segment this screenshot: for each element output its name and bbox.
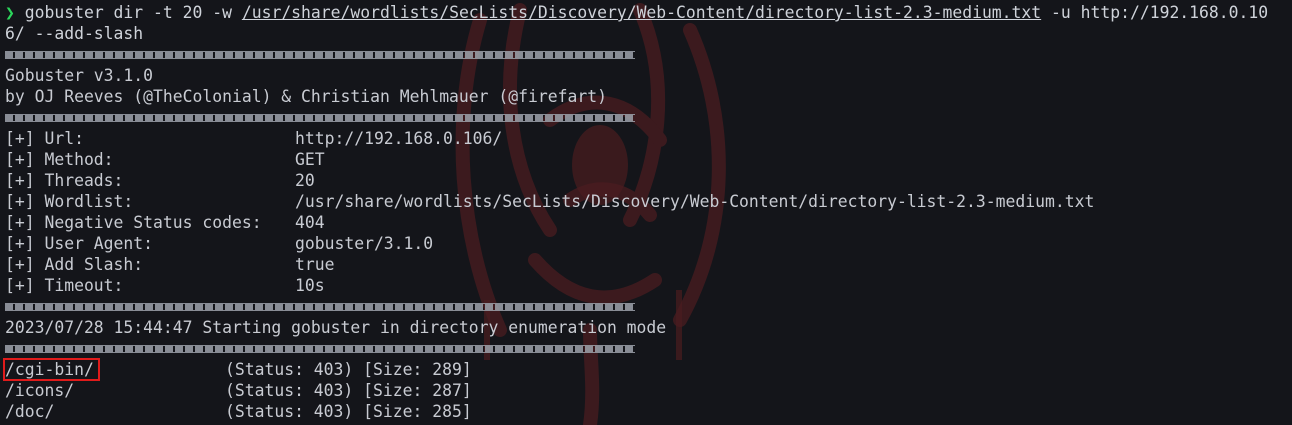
result-info: (Status: 403) [Size: 287] bbox=[225, 381, 472, 400]
command-wordlist-path: /usr/share/wordlists/SecLists/Discovery/… bbox=[241, 3, 1042, 22]
config-value: GET bbox=[295, 150, 325, 169]
result-info: (Status: 403) [Size: 285] bbox=[225, 402, 472, 421]
config-row-add-slash: [+] Add Slash: true bbox=[5, 254, 1290, 275]
config-label: [+] Method: bbox=[5, 150, 114, 169]
config-label: [+] Wordlist: bbox=[5, 192, 134, 211]
banner-authors: by OJ Reeves (@TheColonial) & Christian … bbox=[5, 87, 607, 106]
separator bbox=[5, 107, 1290, 128]
command-text: gobuster dir -t 20 -w bbox=[14, 3, 242, 22]
config-value: true bbox=[295, 255, 335, 274]
separator bbox=[5, 296, 1290, 317]
separator bbox=[5, 338, 1290, 359]
config-label: [+] Timeout: bbox=[5, 276, 124, 295]
result-path-highlighted: /cgi-bin/ bbox=[3, 358, 100, 381]
config-row-wordlist: [+] Wordlist: /usr/share/wordlists/SecLis… bbox=[5, 191, 1290, 212]
config-row-method: [+] Method: GET bbox=[5, 149, 1290, 170]
result-path: /doc/ bbox=[5, 402, 55, 421]
config-row-url: [+] Url: http://192.168.0.106/ bbox=[5, 128, 1290, 149]
result-row: /icons/ (Status: 403) [Size: 287] bbox=[5, 380, 1290, 401]
config-value: 20 bbox=[295, 171, 315, 190]
terminal-output: ❯ gobuster dir -t 20 -w /usr/share/wordl… bbox=[3, 2, 1290, 422]
separator bbox=[5, 44, 1290, 65]
config-row-threads: [+] Threads: 20 bbox=[5, 170, 1290, 191]
config-value: gobuster/3.1.0 bbox=[295, 234, 434, 253]
config-row-negative-status: [+] Negative Status codes: 404 bbox=[5, 212, 1290, 233]
config-value: 10s bbox=[295, 276, 325, 295]
config-label: [+] User Agent: bbox=[5, 234, 154, 253]
command-line: ❯ gobuster dir -t 20 -w /usr/share/wordl… bbox=[5, 2, 1290, 23]
config-value: /usr/share/wordlists/SecLists/Discovery/… bbox=[295, 192, 1095, 211]
result-row: /cgi-bin/ (Status: 403) [Size: 289] bbox=[3, 358, 1290, 381]
result-info: (Status: 403) [Size: 289] bbox=[225, 360, 472, 379]
config-label: [+] Add Slash: bbox=[5, 255, 144, 274]
status-line: 2023/07/28 15:44:47 Starting gobuster in… bbox=[5, 318, 667, 337]
command-line-wrap: 6/ --add-slash bbox=[5, 24, 144, 43]
config-label: [+] Negative Status codes: bbox=[5, 213, 262, 232]
config-value: http://192.168.0.106/ bbox=[295, 129, 503, 148]
banner-version: Gobuster v3.1.0 bbox=[5, 66, 154, 85]
config-row-timeout: [+] Timeout: 10s bbox=[5, 275, 1290, 296]
config-row-user-agent: [+] User Agent: gobuster/3.1.0 bbox=[5, 233, 1290, 254]
result-row: /doc/ (Status: 403) [Size: 285] bbox=[5, 401, 1290, 422]
config-label: [+] Threads: bbox=[5, 171, 124, 190]
config-value: 404 bbox=[295, 213, 325, 232]
result-path-cell: /cgi-bin/ bbox=[3, 358, 225, 381]
result-path: /icons/ bbox=[5, 381, 75, 400]
prompt-chevron-icon: ❯ bbox=[5, 3, 15, 22]
command-url-part: -u http://192.168.0.10 bbox=[1041, 3, 1269, 22]
config-label: [+] Url: bbox=[5, 129, 84, 148]
